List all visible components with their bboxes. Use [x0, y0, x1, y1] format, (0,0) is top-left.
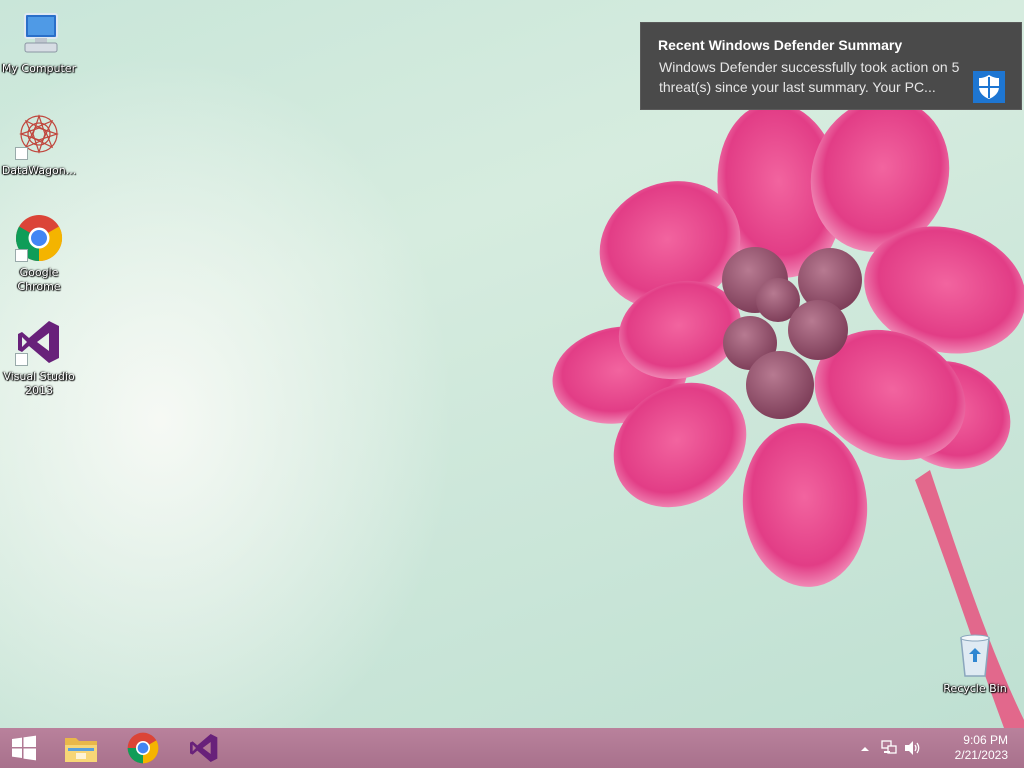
visual-studio-icon: [190, 734, 218, 762]
desktop-icon-label: Recycle Bin: [943, 682, 1007, 695]
chevron-up-icon: [861, 747, 869, 751]
taskbar: 9:06 PM 2/21/2023: [0, 728, 1024, 768]
shortcut-arrow-icon: [15, 249, 28, 262]
desktop-icon-recycle-bin[interactable]: Recycle Bin: [937, 630, 1013, 696]
desktop-icon-google-chrome[interactable]: Google Chrome: [1, 214, 77, 294]
desktop-icon-label: Google Chrome: [17, 266, 61, 293]
visual-studio-icon: [15, 318, 63, 366]
show-hidden-icons-button[interactable]: [860, 741, 870, 759]
desktop-icon-my-computer[interactable]: My Computer: [1, 10, 77, 76]
defender-notification-toast[interactable]: Recent Windows Defender Summary Windows …: [640, 22, 1022, 110]
recycle-bin-icon: [951, 630, 999, 678]
desktop-icon-label: Visual Studio 2013: [3, 370, 75, 397]
taskbar-chrome-button[interactable]: [113, 728, 173, 768]
clock-time: 9:06 PM: [963, 733, 1008, 747]
file-explorer-icon: [65, 738, 97, 762]
datawagon-icon: [15, 112, 63, 160]
volume-icon[interactable]: [904, 740, 922, 761]
network-icon[interactable]: [881, 740, 897, 761]
chrome-icon: [15, 214, 63, 262]
desktop-icon-label: My Computer: [1, 62, 77, 75]
notification-title: Recent Windows Defender Summary: [658, 37, 903, 53]
notification-body: Windows Defender successfully took actio…: [659, 59, 960, 95]
taskbar-clock[interactable]: 9:06 PM 2/21/2023: [955, 733, 1008, 763]
taskbar-visual-studio-button[interactable]: [174, 728, 234, 768]
shield-icon: [973, 71, 1005, 103]
desktop-icon-visual-studio[interactable]: Visual Studio 2013: [1, 318, 77, 398]
shortcut-arrow-icon: [15, 147, 28, 160]
taskbar-file-explorer-button[interactable]: [51, 728, 111, 768]
computer-icon: [15, 10, 63, 58]
clock-date: 2/21/2023: [954, 748, 1008, 762]
shortcut-arrow-icon: [15, 353, 28, 366]
start-button[interactable]: [0, 728, 54, 768]
desktop-icon-label: DataWagon...: [1, 164, 77, 177]
start-icon: [12, 735, 36, 761]
desktop-icon-datawagon[interactable]: DataWagon...: [1, 112, 77, 178]
system-tray: 9:06 PM 2/21/2023: [854, 728, 1024, 768]
chrome-icon: [127, 732, 159, 764]
